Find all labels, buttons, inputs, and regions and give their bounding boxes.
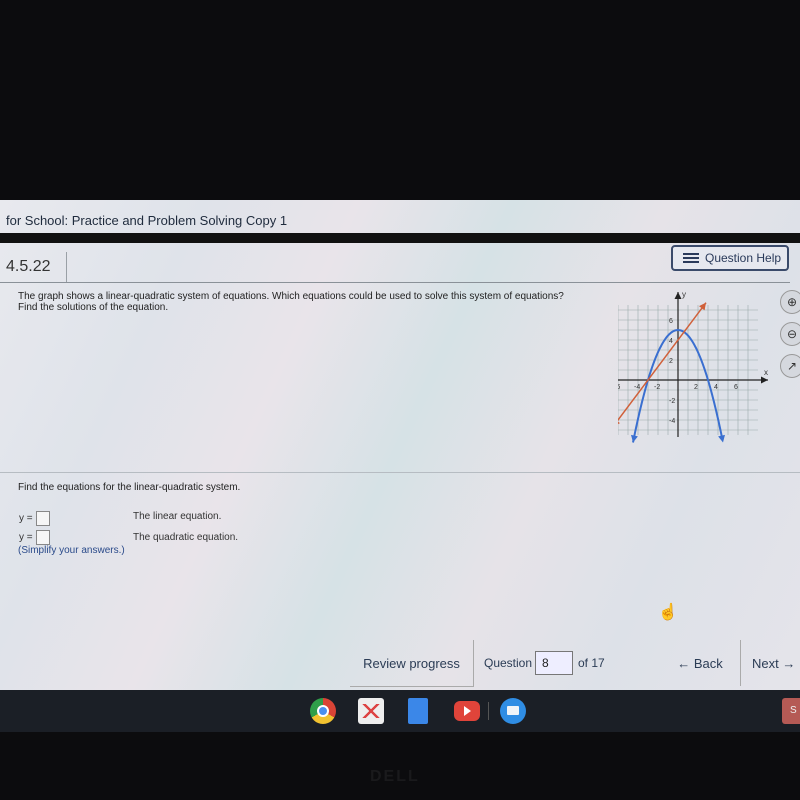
y-tick-label: -4: [669, 418, 675, 425]
list-icon: [683, 252, 699, 264]
y-tick-label: 2: [669, 358, 673, 365]
course-title: for School: Practice and Problem Solving…: [6, 213, 288, 228]
graph: -6 -4 -2 2 4 6 6 4 2 -2 -4 x y: [618, 290, 768, 443]
x-tick-label: -4: [634, 384, 640, 391]
device-brand-logo: DELL: [370, 768, 420, 785]
question-number-input[interactable]: 8: [535, 651, 573, 675]
x-tick-label: 2: [694, 384, 698, 391]
zoom-in-icon[interactable]: ⊕: [780, 290, 800, 314]
question-id: 4.5.22: [0, 252, 67, 282]
y-tick-label: 4: [669, 338, 673, 345]
corner-button[interactable]: S: [782, 698, 800, 724]
title-bar: for School: Practice and Problem Solving…: [0, 200, 800, 233]
x-tick-label: 4: [714, 384, 718, 391]
docs-icon[interactable]: [408, 698, 428, 724]
graph-axes: [618, 292, 768, 437]
chrome-icon[interactable]: [310, 698, 336, 724]
section-divider: [0, 472, 800, 473]
quadratic-equation-input[interactable]: [35, 530, 50, 545]
y-tick-label: -2: [669, 398, 675, 405]
x-tick-label: -6: [618, 384, 620, 391]
popout-icon[interactable]: ↗: [780, 354, 800, 378]
linear-line: [618, 302, 707, 422]
parabola-arrow-right: [718, 434, 725, 443]
quadratic-equation-row: y =: [19, 530, 50, 545]
y-axis-arrow: [674, 292, 682, 299]
x-axis-arrow: [761, 376, 768, 384]
question-prompt: The graph shows a linear-quadratic syste…: [18, 291, 564, 313]
y-axis-label: y: [682, 290, 686, 299]
linear-prefix: y =: [19, 513, 33, 524]
x-tick-label: -2: [654, 384, 660, 391]
x-axis-label: x: [764, 368, 768, 377]
youtube-icon[interactable]: [454, 701, 480, 721]
footer-nav: Review progress Question 8 of 17 ← Back …: [0, 640, 800, 690]
graph-arrows: [618, 292, 768, 443]
question-label: Question: [484, 656, 533, 670]
top-divider-bar: [0, 233, 800, 243]
next-button[interactable]: Next →: [752, 640, 800, 686]
x-tick-label: 6: [734, 384, 738, 391]
linear-equation-input[interactable]: [35, 511, 50, 526]
question-help-label: Question Help: [705, 251, 782, 265]
zoom-out-icon[interactable]: ⊖: [780, 322, 800, 346]
graph-tools: ⊕ ⊖ ↗: [780, 290, 800, 386]
shelf-separator: [488, 702, 489, 720]
linear-equation-label: The linear equation.: [133, 511, 222, 522]
os-shelf: S: [0, 690, 800, 732]
question-total: of 17: [578, 656, 605, 670]
linear-equation-row: y =: [19, 511, 50, 526]
back-button[interactable]: ← Back: [660, 640, 741, 686]
y-tick-label: 6: [669, 318, 673, 325]
quadratic-equation-label: The quadratic equation.: [133, 532, 239, 543]
hand-cursor-icon: ☝: [658, 604, 678, 621]
gmail-icon[interactable]: [358, 698, 384, 724]
files-icon[interactable]: [500, 698, 526, 724]
find-instruction: Find the equations for the linear-quadra…: [18, 482, 241, 493]
screen: for School: Practice and Problem Solving…: [0, 200, 800, 690]
header-divider: [0, 282, 790, 283]
simplify-note: (Simplify your answers.): [18, 545, 125, 556]
question-help-button[interactable]: Question Help: [671, 245, 789, 271]
review-progress-button[interactable]: Review progress: [350, 640, 474, 687]
quadratic-prefix: y =: [19, 532, 33, 543]
